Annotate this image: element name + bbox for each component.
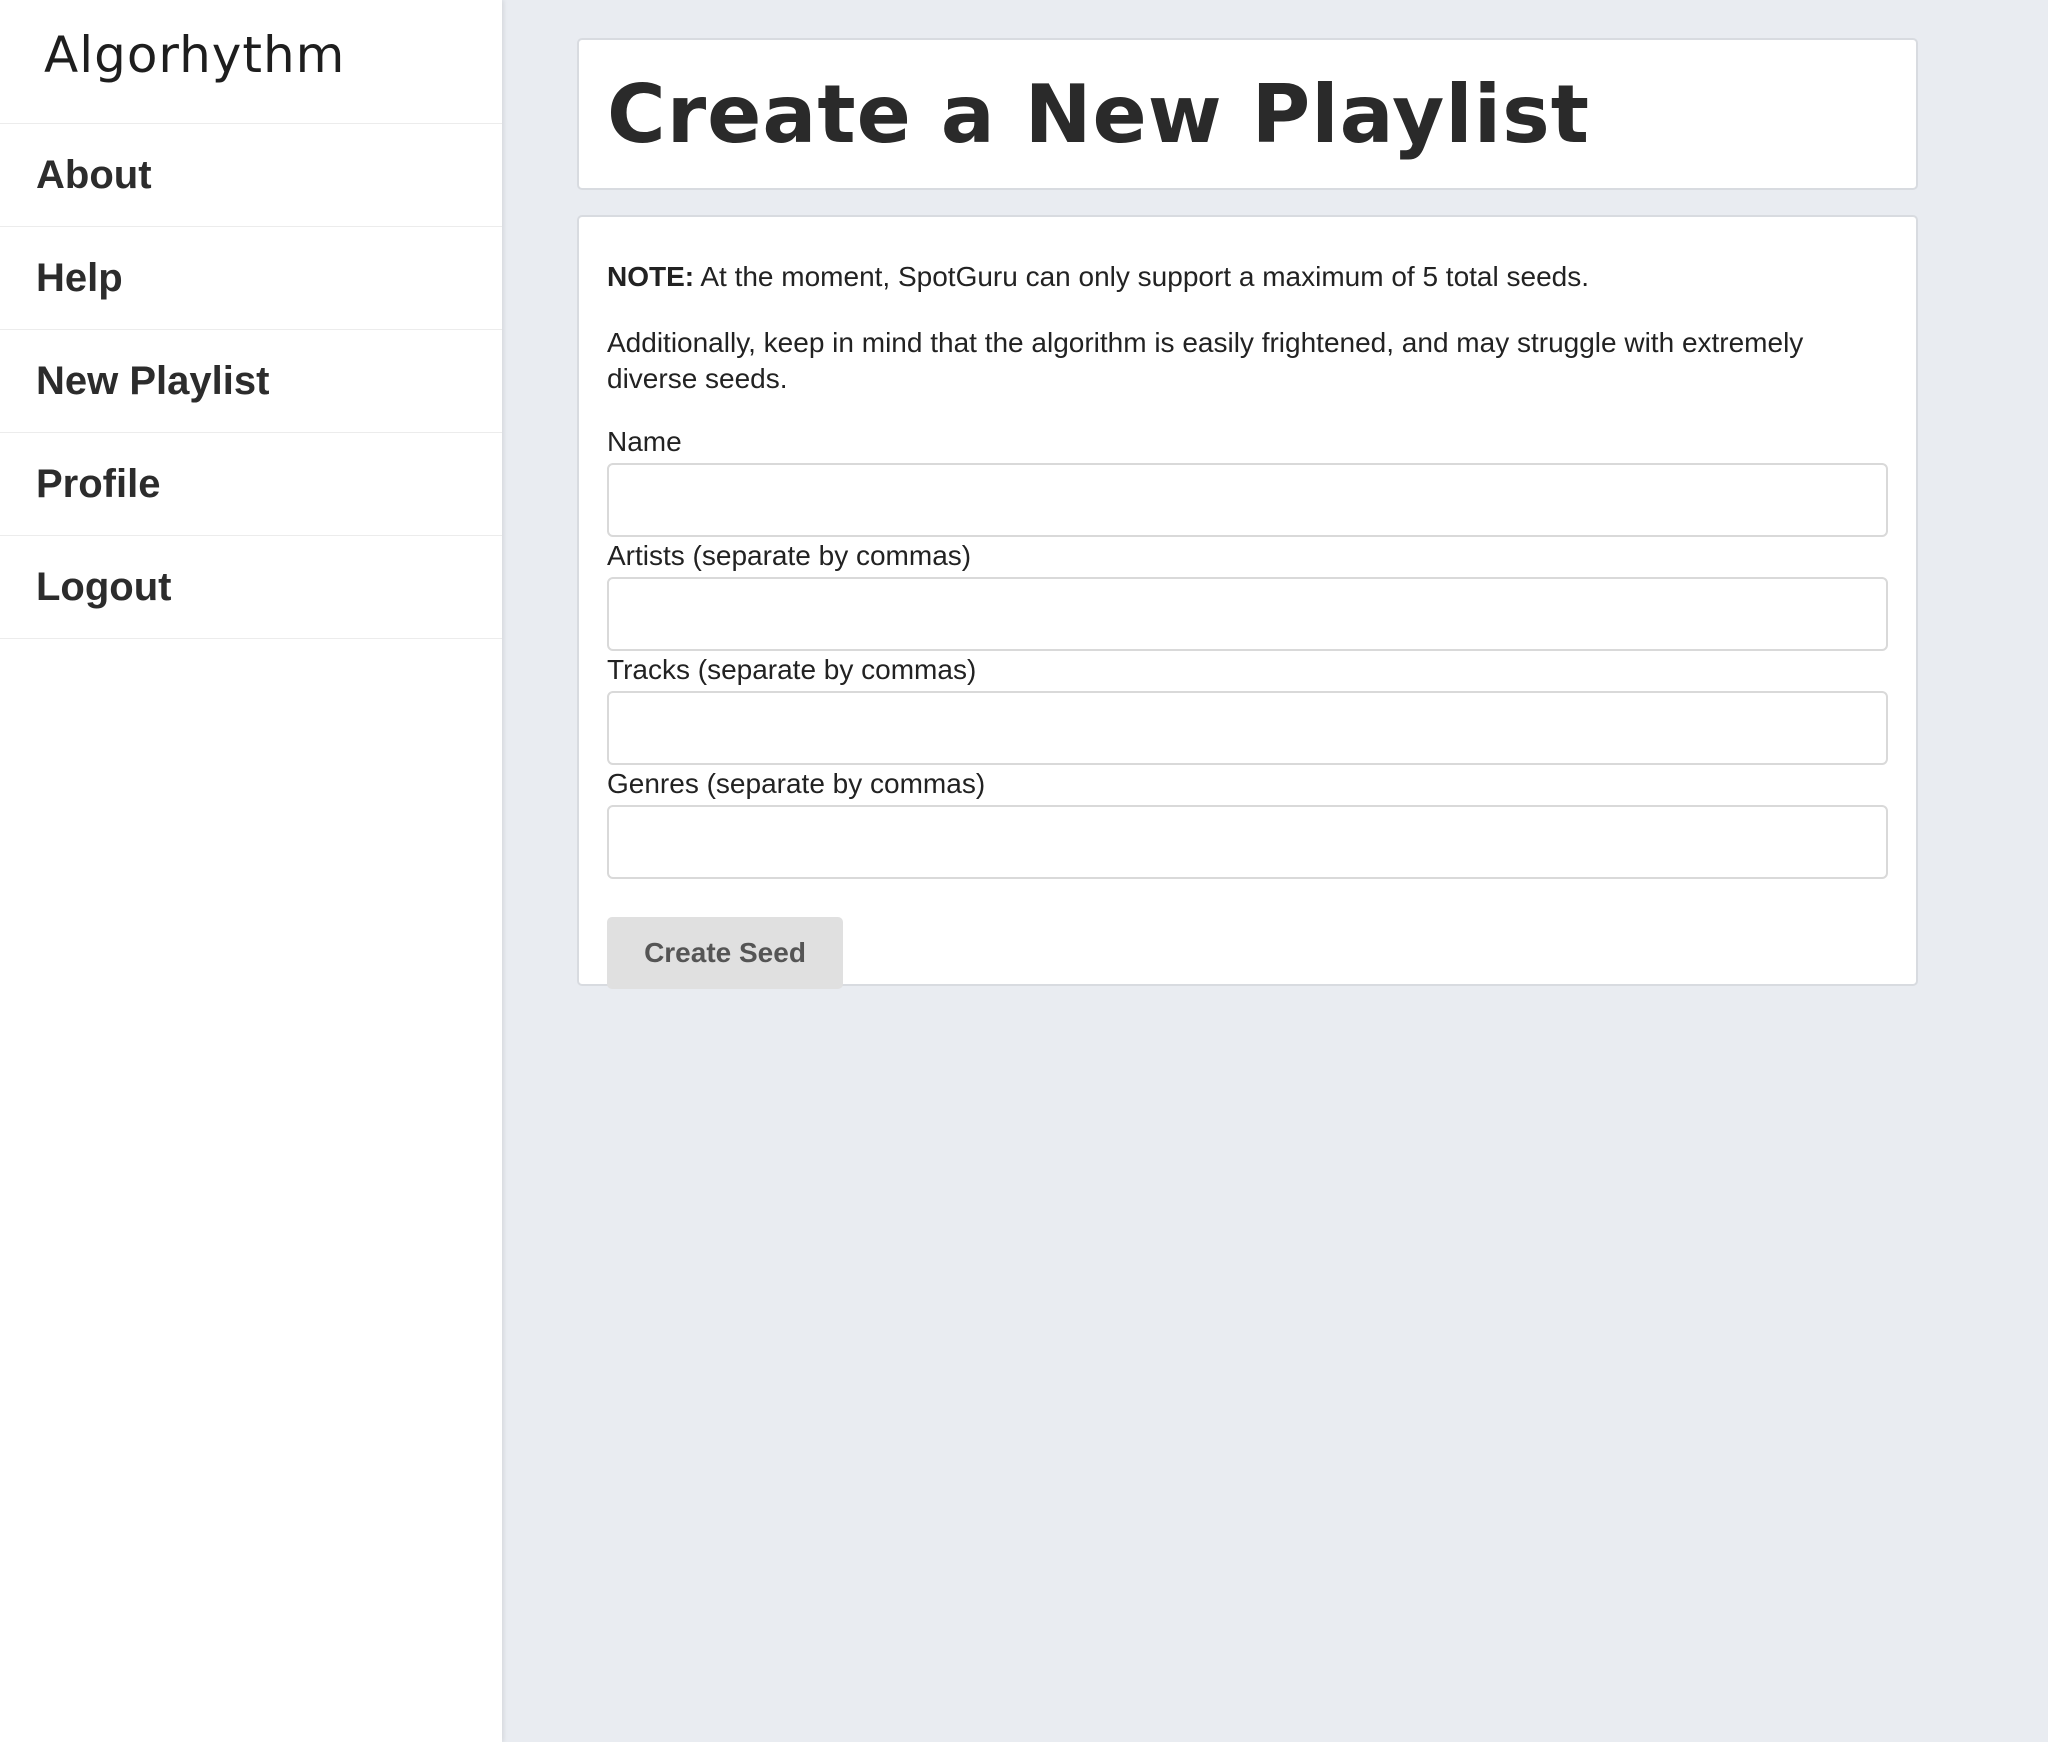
sidebar-item-about[interactable]: About: [0, 124, 502, 227]
playlist-form: NOTE: At the moment, SpotGuru can only s…: [577, 215, 1918, 989]
tracks-input[interactable]: [607, 691, 1888, 765]
title-card: Create a New Playlist: [577, 38, 1918, 190]
create-seed-button[interactable]: Create Seed: [607, 917, 843, 989]
tracks-label: Tracks (separate by commas): [607, 654, 977, 685]
note-text: NOTE: At the moment, SpotGuru can only s…: [607, 259, 1888, 295]
note-body: At the moment, SpotGuru can only support…: [694, 261, 1590, 292]
name-label: Name: [607, 426, 682, 457]
artists-label: Artists (separate by commas): [607, 540, 972, 571]
artists-input[interactable]: [607, 577, 1888, 651]
note-label: NOTE:: [607, 261, 695, 292]
sidebar-item-help[interactable]: Help: [0, 227, 502, 330]
sidebar-item-profile[interactable]: Profile: [0, 433, 502, 536]
genres-label: Genres (separate by commas): [607, 768, 986, 799]
sidebar: Algorhythm About Help New Playlist Profi…: [0, 0, 502, 1742]
warning-paragraph: Additionally, keep in mind that the algo…: [607, 327, 1804, 394]
sidebar-item-logout[interactable]: Logout: [0, 536, 502, 639]
genres-input[interactable]: [607, 805, 1888, 879]
name-input[interactable]: [607, 463, 1888, 537]
brand-logo[interactable]: Algorhythm: [0, 0, 502, 124]
main-content: Create a New Playlist NOTE: At the momen…: [577, 38, 1918, 989]
sidebar-item-new-playlist[interactable]: New Playlist: [0, 330, 502, 433]
page-title: Create a New Playlist: [607, 67, 1590, 161]
